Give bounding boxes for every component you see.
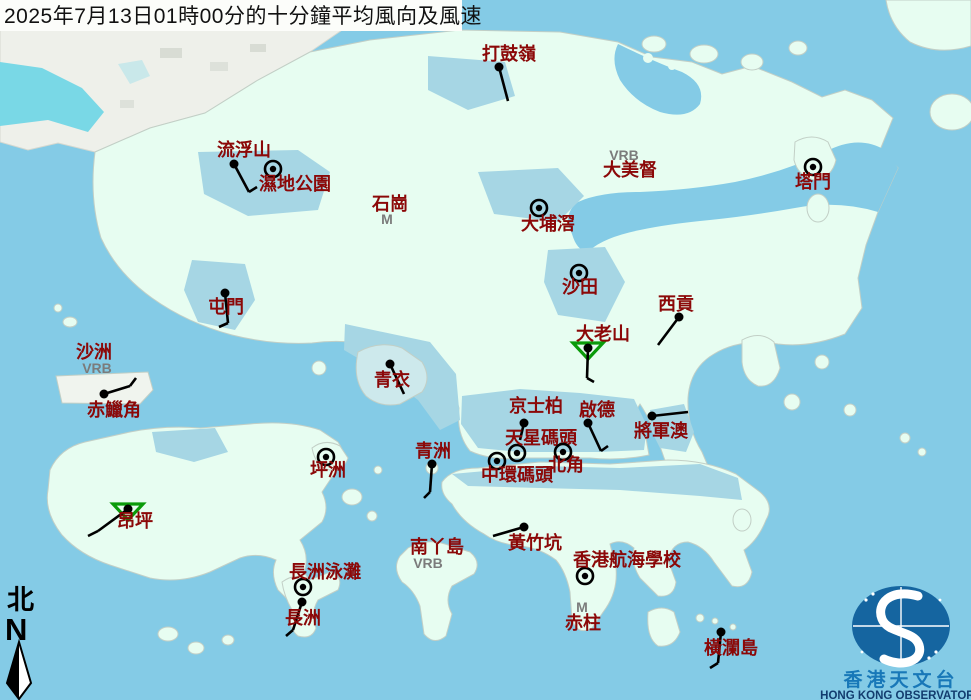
station-label: 將軍澳 <box>634 420 689 441</box>
station-label: 塔門 <box>795 171 831 192</box>
station-dot-icon <box>229 159 239 169</box>
station-label: 大埔滘 <box>521 213 575 234</box>
station-sub-label: VRB <box>413 555 443 571</box>
station-dot-icon <box>385 359 395 369</box>
calm-dot-icon <box>269 165 277 173</box>
calm-dot-icon <box>809 163 817 171</box>
calm-dot-icon <box>535 204 543 212</box>
station-label: 濕地公園 <box>259 173 331 194</box>
wind-barb-shaft <box>585 347 590 379</box>
station-label: 屯門 <box>208 296 244 317</box>
station-label: 京士柏 <box>509 395 563 416</box>
station-dot-icon <box>716 627 726 637</box>
station-label: 中環碼頭 <box>481 464 554 485</box>
station-label: 赤柱 <box>565 612 601 633</box>
station-label: 坪洲 <box>310 460 346 480</box>
station-label: 北角 <box>548 454 584 475</box>
station-label: 青洲 <box>415 441 451 461</box>
station-shachau: VRB沙洲 <box>76 342 112 376</box>
calm-dot-icon <box>581 572 589 580</box>
station-sub-label: VRB <box>82 360 112 376</box>
station-label: 沙洲 <box>76 342 112 362</box>
station-label: 石崗 <box>371 193 408 214</box>
wind-map-canvas: 打鼓嶺 流浮山 濕地公園 M 石崗 VRB 大美督 大埔滘 塔門 沙田 屯門 西貢 大老山 VRB 沙洲 赤鱲… <box>0 0 971 700</box>
title-bar: 2025年7月13日01時00分的十分鐘平均風向及風速 <box>0 0 482 31</box>
page-title: 2025年7月13日01時00分的十分鐘平均風向及風速 <box>4 5 482 28</box>
hko-logo-en: HONG KONG OBSERVATORY <box>820 690 971 700</box>
station-label: 橫瀾島 <box>704 637 758 658</box>
ma-wan <box>311 360 327 376</box>
station-label: 南丫島 <box>410 536 464 557</box>
station-label: 青衣 <box>374 369 410 390</box>
compass-north-letter: N <box>5 612 27 647</box>
station-dot-icon <box>519 522 529 532</box>
station-label: 長洲 <box>285 608 321 628</box>
station-label: 大老山 <box>576 323 630 344</box>
station-dot-icon <box>647 411 657 421</box>
station-label: 香港航海學校 <box>572 549 682 570</box>
station-label: 啟德 <box>579 399 615 420</box>
station-label: 長洲泳灘 <box>289 561 361 582</box>
station-dot-icon <box>583 343 593 353</box>
compass-north-cn: 北 <box>7 585 34 615</box>
station-label: 流浮山 <box>217 139 271 160</box>
station-dot-icon <box>99 389 109 399</box>
station-label: 赤鱲角 <box>87 399 141 420</box>
wind-map: 打鼓嶺流浮山濕地公園M石崗VRB大美督大埔滘塔門沙田屯門 西貢大老山VRB沙洲赤鱲… <box>0 0 971 700</box>
calm-dot-icon <box>513 449 521 457</box>
station-label: 西貢 <box>658 294 694 314</box>
station-label: 昂坪 <box>117 511 153 531</box>
station-dot-icon <box>297 597 307 607</box>
calm-dot-icon <box>299 583 307 591</box>
calm-dot-icon <box>493 457 501 465</box>
calm-dot-icon <box>575 269 583 277</box>
station-label: 黃竹坑 <box>507 532 562 553</box>
hko-logo-cn: 香港天文台 <box>842 668 958 691</box>
station-label: 打鼓嶺 <box>482 43 536 64</box>
station-dot-icon <box>519 418 529 428</box>
station-label: 大美督 <box>603 159 657 180</box>
station-label: 沙田 <box>562 277 598 297</box>
